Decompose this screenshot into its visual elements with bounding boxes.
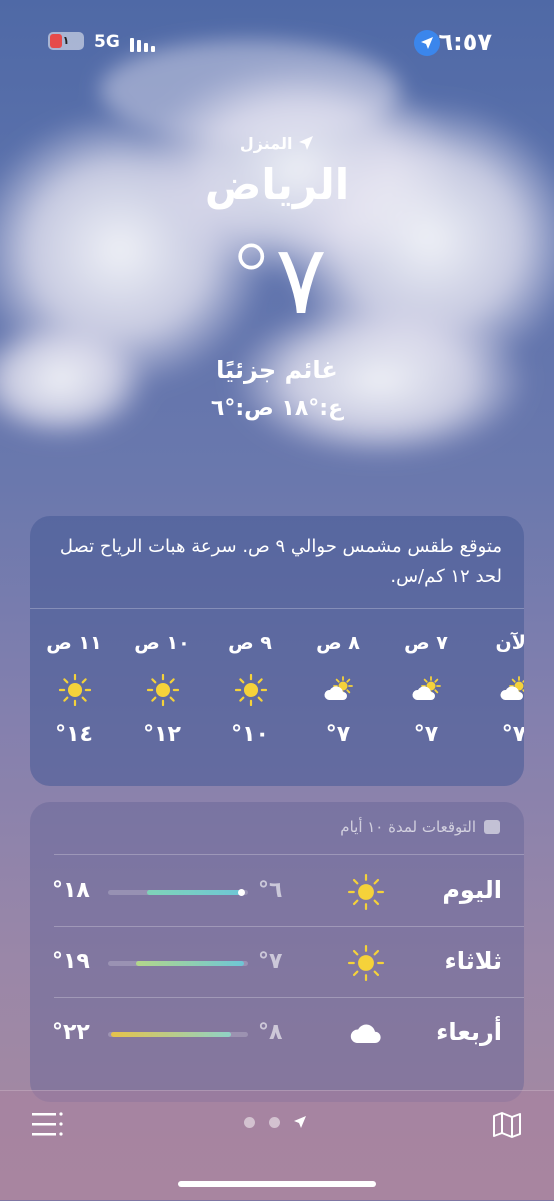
forecast-header-label: التوقعات لمدة ١٠ أيام [340,818,476,836]
status-time: ٦:٥٧ [438,28,492,56]
low-temperature: °٦ [258,878,283,903]
current-temperature: °٧ [227,224,327,336]
high-temperature: °٢٢ [52,1020,90,1045]
hour-label: ١١ ص [46,632,102,654]
temperature-range-track [108,1032,248,1037]
temperature-range-bar [147,890,244,895]
hour-label: ٧ ص [404,632,448,654]
map-icon[interactable] [492,1111,522,1139]
hour-temperature: °١٢ [143,722,181,747]
hour-label: الآن [495,632,524,654]
day-label: ثلاثاء [444,947,502,975]
high-temperature: °١٨ [52,878,90,903]
hour-temperature: °٧ [501,722,524,747]
current-location-page-icon[interactable] [293,1115,307,1129]
forecast-header: التوقعات لمدة ١٠ أيام [340,818,476,836]
hour-temperature: °١٤ [55,722,93,747]
current-temp-dot [237,889,245,896]
list-icon[interactable] [32,1111,64,1137]
day-label: اليوم [442,876,502,904]
partly-cloudy-icon [499,674,524,710]
condition-label: غائم جزئيًا [216,356,338,384]
battery-label: ١ [62,34,70,47]
forecast-row[interactable]: اليوم °٦ °١٨ [30,856,524,927]
hourly-forecast-card[interactable]: متوقع طقس مشمس حوالي ٩ ص. سرعة هبات الري… [30,516,524,786]
partly-cloudy-icon [411,674,443,710]
calendar-icon [484,820,500,834]
temperature-range-bar [136,961,244,966]
sun-icon [347,944,385,985]
network-label: 5G [94,32,120,52]
divider [54,854,524,855]
page-dot-1[interactable] [244,1117,255,1128]
hour-label: ٨ ص [316,632,360,654]
hour-temperature: °٧ [413,722,439,747]
temperature-range-track [108,961,248,966]
location-active-icon [414,30,440,56]
forecast-row[interactable]: ثلاثاء °٧ °١٩ [30,927,524,998]
day-label: أربعاء [436,1018,502,1046]
hour-label: ١٠ ص [134,632,190,654]
ten-day-forecast-card[interactable]: التوقعات لمدة ١٠ أيام اليوم °٦ °١٨ ثلاثا… [30,802,524,1102]
high-temperature: °١٩ [52,949,90,974]
city-name: الرياض [204,160,350,209]
low-temperature: °٨ [258,1020,283,1045]
high-low-label: ع:°١٨ ص:°٦ [210,396,344,421]
navigation-arrow-icon [299,136,314,150]
status-bar: ١ 5G ٦:٥٧ [0,0,554,84]
hour-label: ٩ ص [228,632,272,654]
forecast-row[interactable]: أربعاء °٨ °٢٢ [30,998,524,1068]
battery-indicator: ١ [48,32,84,50]
sun-icon [347,873,385,914]
temperature-range-bar [110,1032,232,1037]
home-indicator[interactable] [178,1181,376,1187]
forecast-summary: متوقع طقس مشمس حوالي ٩ ص. سرعة هبات الري… [59,536,502,587]
divider [30,608,524,609]
temperature-range-track [108,889,248,896]
home-label: المنزل [239,134,293,153]
sun-icon [58,673,92,710]
low-temperature: °٧ [258,949,283,974]
sun-icon [146,673,180,710]
sun-icon [234,673,268,710]
location-home-label: المنزل [0,134,554,153]
hour-temperature: °٧ [325,722,351,747]
partly-cloudy-icon [323,674,355,710]
hour-temperature: °١٠ [231,722,269,747]
cloud-icon [348,1016,384,1056]
signal-icon [130,38,155,52]
page-dot-2[interactable] [269,1117,280,1128]
